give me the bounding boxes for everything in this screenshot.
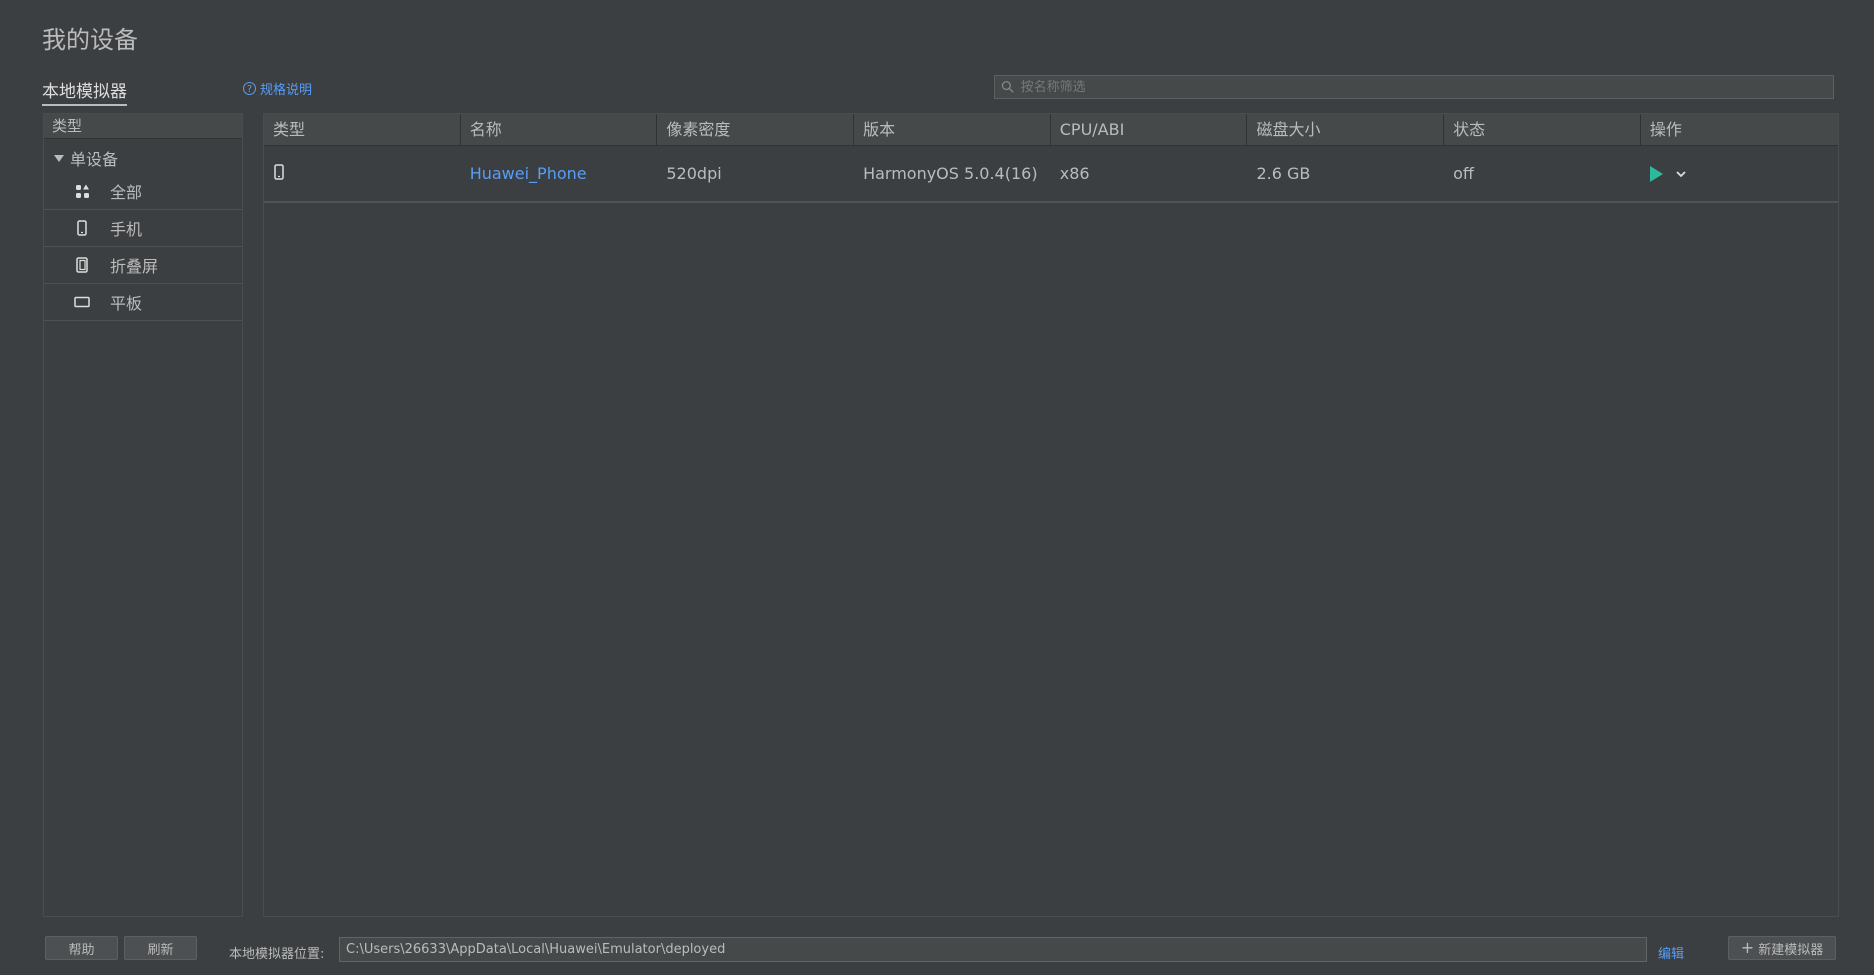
sidebar-group-single-device[interactable]: 单设备 [44,143,242,173]
new-emulator-label: 新建模拟器 [1758,942,1824,958]
chevron-down-icon[interactable] [1675,164,1687,183]
column-header-disk[interactable]: 磁盘大小 [1247,114,1445,145]
phone-icon [74,220,90,236]
sidebar-item-label: 平板 [110,294,143,313]
spec-link[interactable]: ? 规格说明 [243,79,312,98]
refresh-button[interactable]: 刷新 [124,936,197,960]
cell-cpu: x86 [1059,164,1090,183]
column-header-cpu[interactable]: CPU/ABI [1051,114,1248,145]
sidebar-item-tablet[interactable]: 平板 [44,284,242,321]
column-header-version[interactable]: 版本 [854,114,1051,145]
sidebar-item-all[interactable]: 全部 [44,173,242,210]
column-header-type[interactable]: 类型 [264,114,461,145]
cell-disk: 2.6 GB [1256,164,1311,183]
sidebar-item-label: 全部 [110,183,143,202]
grid-icon [74,183,90,199]
column-header-status[interactable]: 状态 [1444,114,1641,145]
device-table: 类型 名称 像素密度 版本 CPU/ABI 磁盘大小 状态 操作 Huawei_… [263,113,1839,917]
question-icon: ? [243,82,256,95]
tablet-icon [74,294,90,310]
cell-name: Huawei_Phone [461,146,658,201]
spec-link-label: 规格说明 [260,83,313,98]
search-input[interactable] [1014,78,1833,96]
cell-version: HarmonyOS 5.0.4(16) [863,164,1038,183]
sidebar-item-label: 手机 [110,220,143,239]
tab-local-emulator[interactable]: 本地模拟器 [42,77,127,106]
sidebar-header: 类型 [44,114,242,139]
location-field [339,937,1647,962]
phone-icon [273,163,285,184]
new-emulator-button[interactable]: + 新建模拟器 [1728,936,1836,960]
sidebar-item-foldable[interactable]: 折叠屏 [44,247,242,284]
column-header-actions: 操作 [1649,120,1682,139]
edit-link[interactable]: 编辑 [1658,943,1684,962]
cell-density: 520dpi [666,164,722,183]
column-header-name[interactable]: 名称 [461,114,658,145]
foldable-icon [74,257,90,273]
device-name-link[interactable]: Huawei_Phone [470,164,587,183]
chevron-down-icon [54,154,64,162]
search-icon [1001,81,1014,93]
location-input[interactable] [340,938,1646,961]
play-icon[interactable] [1649,165,1663,182]
cell-actions [1641,146,1838,201]
table-header: 类型 名称 像素密度 版本 CPU/ABI 磁盘大小 状态 操作 [264,114,1838,146]
sidebar-item-phone[interactable]: 手机 [44,210,242,247]
search-box [994,75,1834,99]
cell-status: off [1453,164,1474,183]
plus-icon: + [1740,938,1755,957]
sidebar-item-label: 折叠屏 [110,257,159,276]
table-row[interactable]: Huawei_Phone 520dpi HarmonyOS 5.0.4(16) … [264,146,1838,203]
cell-type [264,146,461,201]
page-title: 我的设备 [42,26,138,54]
sidebar: 类型 单设备 全部 手机 折叠屏 平板 [43,113,243,917]
help-button[interactable]: 帮助 [45,936,118,960]
location-label: 本地模拟器位置: [229,947,325,962]
column-header-density[interactable]: 像素密度 [657,114,855,145]
sidebar-group-label: 单设备 [70,150,119,169]
